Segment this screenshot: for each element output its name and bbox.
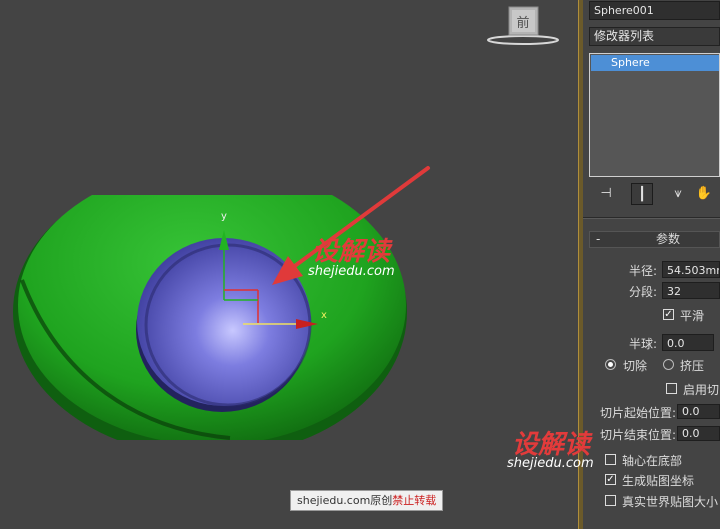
watermark-logo: 设解读 [312, 231, 390, 268]
remove-modifier-icon[interactable]: ✋ [693, 183, 715, 205]
gen-mapping-label: 生成贴图坐标 [622, 474, 695, 488]
viewcube-face-label: 前 [516, 15, 529, 31]
stack-item-sphere[interactable]: Sphere [591, 55, 719, 71]
squash-radio[interactable] [663, 359, 674, 370]
chop-label: 切除 [623, 359, 648, 373]
radius-label: 半径: [629, 264, 658, 278]
segments-spinner[interactable]: 32 [662, 282, 720, 299]
smooth-label: 平滑 [680, 309, 705, 323]
stack-toolbar: ⊣ ┃ ⩛ ✋ [589, 183, 720, 205]
hemisphere-spinner[interactable]: 0.0 [662, 334, 714, 351]
base-to-pivot-label: 轴心在底部 [622, 454, 683, 468]
rollout-title: 参数 [656, 232, 681, 246]
slice-to-spinner[interactable]: 0.0 [677, 426, 720, 441]
panel-divider [583, 217, 720, 219]
modifier-list-dropdown[interactable]: 修改器列表 [589, 27, 720, 46]
show-end-result-icon[interactable]: ┃ [631, 183, 653, 205]
credit-warning: 禁止转载 [392, 494, 437, 507]
slice-to-label: 切片结束位置: [600, 428, 677, 442]
hemisphere-label: 半球: [629, 337, 658, 351]
make-unique-icon[interactable]: ⩛ [667, 183, 689, 205]
real-world-label: 真实世界贴图大小 [622, 495, 719, 509]
real-world-checkbox[interactable] [605, 495, 616, 506]
rollout-collapse-icon: - [596, 232, 601, 246]
chop-radio[interactable] [605, 359, 616, 370]
squash-label: 挤压 [680, 359, 705, 373]
slice-from-label: 切片起始位置: [600, 406, 677, 420]
modifier-stack[interactable]: Sphere [589, 53, 720, 177]
gizmo-axis-x-label: x [321, 310, 327, 321]
enable-slice-label: 启用切 [683, 383, 720, 397]
command-panel: Sphere001 修改器列表 Sphere ⊣ ┃ ⩛ ✋ - 参数 半径: … [583, 0, 720, 529]
smooth-checkbox[interactable]: ✓ [663, 309, 674, 320]
perspective-viewport[interactable]: y x 前 设解读 shejiedu.com [0, 0, 578, 529]
gen-mapping-checkbox[interactable]: ✓ [605, 474, 616, 485]
credit-banner: shejiedu.com原创禁止转载 [290, 490, 444, 511]
parameters-rollout-header[interactable]: - 参数 [589, 231, 720, 248]
slice-from-spinner[interactable]: 0.0 [677, 404, 720, 419]
object-name-field[interactable]: Sphere001 [589, 1, 720, 20]
pin-stack-icon[interactable]: ⊣ [595, 183, 617, 205]
scene-canvas[interactable]: y x 前 [0, 0, 578, 529]
credit-prefix: shejiedu.com原创 [297, 494, 393, 507]
base-to-pivot-checkbox[interactable] [605, 454, 616, 465]
watermark-text: 设解读 [312, 237, 391, 267]
segments-label: 分段: [629, 285, 658, 299]
watermark-url: shejiedu.com [308, 264, 395, 279]
watermark-url-2: shejiedu.com [507, 456, 594, 471]
radius-spinner[interactable]: 54.503mm [662, 261, 720, 278]
enable-slice-checkbox[interactable] [666, 383, 677, 394]
gizmo-axis-y-label: y [221, 211, 227, 222]
